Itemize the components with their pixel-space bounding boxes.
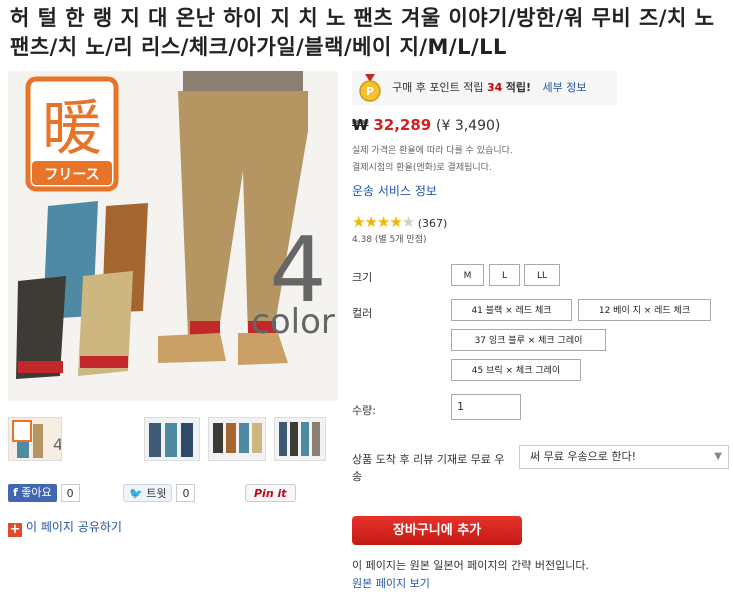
share-page-link[interactable]: + 이 페이지 공유하기: [8, 518, 122, 537]
price-note-2: 결제시점의 환율(엔화)로 결제됩니다.: [352, 163, 492, 173]
svg-text:4: 4: [53, 435, 61, 454]
price-line: ₩ 32,289 (¥ 3,490): [352, 116, 500, 134]
rating-count[interactable]: (367): [418, 217, 448, 230]
product-title: 허 털 한 랭 지 대 온난 하이 지 치 노 팬츠 겨울 이야기/방한/워 무…: [10, 6, 715, 59]
review-label: 상품 도착 후 리뷰 기재로 무료 우송: [352, 453, 505, 483]
color-option-45[interactable]: 45 브릭 × 체크 그레이: [451, 359, 581, 381]
facebook-like-button[interactable]: f 좋아요: [8, 484, 57, 502]
thumbnail-1[interactable]: 4: [8, 417, 63, 461]
currency-symbol: ₩: [352, 116, 369, 134]
points-value: 34: [486, 81, 503, 94]
color-label: 컬러: [352, 307, 373, 320]
points-detail-link[interactable]: 세부 정보: [543, 81, 587, 94]
tweet-button[interactable]: 🐦 트윗: [123, 484, 173, 502]
shipping-info-link[interactable]: 운송 서비스 정보: [352, 182, 437, 199]
thumbnail-2[interactable]: [144, 417, 200, 461]
price-won: 32,289: [373, 116, 432, 134]
points-suffix: 적립!: [505, 81, 532, 94]
points-banner: P 구매 후 포인트 적립 34 적립! 세부 정보: [352, 71, 617, 105]
points-prefix: 구매 후 포인트 적립: [392, 81, 484, 94]
color-option-37[interactable]: 37 잉크 블루 × 체크 그레이: [451, 329, 606, 351]
thumbnail-3[interactable]: [208, 417, 266, 461]
badge-sub: フリース: [44, 167, 99, 183]
thumbnail-4[interactable]: [274, 417, 326, 461]
pin-it-button[interactable]: Pin it: [245, 484, 296, 502]
tweet-count: 0: [176, 484, 196, 502]
quantity-input[interactable]: 1: [451, 394, 521, 420]
facebook-like: f 좋아요 0: [8, 484, 80, 504]
review-select[interactable]: 써 무료 우송으로 한다! ▼: [519, 445, 729, 469]
color-option-41[interactable]: 41 블랙 × 레드 체크: [451, 299, 572, 321]
half-star-icon: ★: [401, 213, 415, 231]
rating-average: 4.38 (별 5개 만점): [352, 235, 427, 245]
big-word: color: [251, 302, 335, 342]
twitter-tweet: 🐦 트윗 0: [123, 484, 196, 504]
chevron-down-icon: ▼: [714, 451, 722, 462]
size-option-l[interactable]: L: [489, 264, 520, 286]
price-note-1: 실제 가격은 환율에 따라 다를 수 있습니다.: [352, 146, 513, 156]
badge-char: 暖: [42, 94, 102, 164]
simplified-page-note: 이 페이지는 원본 일본어 페이지의 간략 버전입니다.: [352, 559, 589, 572]
size-option-m[interactable]: M: [451, 264, 484, 286]
medal-icon: P: [359, 74, 381, 102]
main-product-image[interactable]: 暖 フリース 4 color: [8, 71, 338, 401]
star-rating-icon: ★★★★: [352, 213, 403, 231]
add-to-cart-button[interactable]: 장바구니에 추가: [352, 516, 522, 545]
rating: ★★★★★ (367): [352, 213, 447, 231]
review-select-value: 써 무료 우송으로 한다!: [530, 450, 636, 463]
quantity-label: 수량:: [352, 404, 376, 417]
size-option-ll[interactable]: LL: [524, 264, 560, 286]
original-page-link[interactable]: 원본 페이지 보기: [352, 575, 430, 591]
pinterest: Pin it: [245, 484, 296, 504]
size-label: 크기: [352, 271, 373, 284]
svg-text:P: P: [366, 85, 374, 98]
bird-icon: 🐦: [129, 487, 143, 500]
color-option-12[interactable]: 12 베이 지 × 레드 체크: [578, 299, 711, 321]
plus-icon: +: [8, 522, 22, 537]
price-yen: (¥ 3,490): [436, 118, 501, 134]
pants-illustration: 暖 フリース 4 color: [8, 71, 338, 401]
facebook-count: 0: [60, 484, 80, 502]
